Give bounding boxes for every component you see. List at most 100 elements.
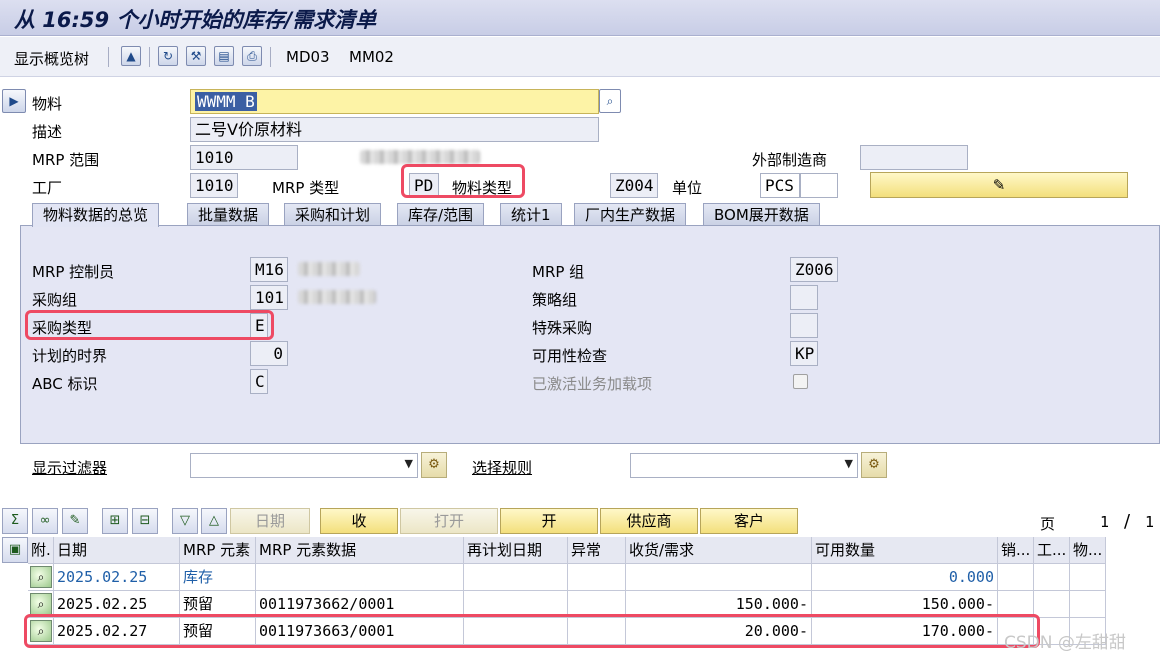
open2-button[interactable]: 开 — [500, 508, 598, 534]
mrp-area-field: 1010 — [190, 145, 298, 170]
open-button[interactable]: 打开 — [400, 508, 498, 534]
header-sales[interactable]: 销... — [998, 537, 1034, 564]
cell-element-data — [256, 564, 464, 591]
abc-indicator-label: ABC 标识 — [32, 375, 98, 393]
header-material[interactable]: 物... — [1070, 537, 1106, 564]
mrp-group-label: MRP 组 — [532, 263, 585, 281]
cell-material — [1070, 591, 1106, 618]
overview-tree-button[interactable]: 显示概览树 — [14, 48, 89, 69]
toolbar-separator — [149, 47, 150, 67]
search-icon[interactable]: ⌕ — [599, 89, 621, 113]
tab-stock-range[interactable]: 库存/范围 — [397, 203, 485, 226]
tab-material-overview[interactable]: 物料数据的总览 — [32, 203, 160, 227]
customer-button[interactable]: 客户 — [700, 508, 798, 534]
special-procurement-field — [790, 313, 818, 338]
date-button[interactable]: 日期 — [230, 508, 310, 534]
cell-available: 0.000 — [812, 564, 998, 591]
cell-qty — [626, 564, 812, 591]
title-bar: 从 16:59 个小时开始的库存/需求清单 — [0, 0, 1160, 36]
tab-statistics[interactable]: 统计1 — [500, 203, 562, 226]
chevron-down-icon: ▼ — [844, 457, 853, 470]
collapse-header-icon[interactable]: ▶ — [2, 89, 26, 113]
edit-button[interactable]: ✎ — [870, 172, 1128, 198]
glasses-icon[interactable]: ∞ — [32, 508, 58, 534]
mrp-group-field: Z006 — [790, 257, 838, 282]
cell-date: 2025.02.25 — [54, 564, 180, 591]
special-procurement-label: 特殊采购 — [532, 319, 593, 337]
purchasing-group-label: 采购组 — [32, 291, 78, 309]
availability-check-label: 可用性检查 — [532, 347, 608, 365]
filter-down-icon[interactable]: ▽ — [172, 508, 198, 534]
abc-indicator-field: C — [250, 369, 268, 394]
filter-settings-icon[interactable]: ⚙ — [421, 452, 447, 478]
hierarchy-down-icon[interactable]: ⊟ — [132, 508, 158, 534]
deactivated-checkbox[interactable] — [793, 374, 808, 389]
selection-settings-icon[interactable]: ⚙ — [861, 452, 887, 478]
detail-view-icon[interactable]: ⌕ — [30, 566, 52, 588]
tab-inhouse-production[interactable]: 厂内生产数据 — [574, 203, 687, 226]
pencil-icon: ✎ — [992, 176, 1006, 194]
material-label: 物料 — [32, 95, 63, 113]
cell-plant — [1034, 564, 1070, 591]
filter-up-icon[interactable]: △ — [201, 508, 227, 534]
plant-label: 工厂 — [32, 179, 63, 197]
md03-button[interactable]: MD03 — [286, 48, 330, 66]
pencil-icon[interactable]: ✎ — [62, 508, 88, 534]
header-available-qty[interactable]: 可用数量 — [812, 537, 998, 564]
strategy-group-field — [790, 285, 818, 310]
unit-extra-field — [800, 173, 838, 198]
receipt-button[interactable]: 收 — [320, 508, 398, 534]
hierarchy-up-icon[interactable]: ⊞ — [102, 508, 128, 534]
description-label: 描述 — [32, 123, 63, 141]
header-attachment[interactable]: 附. — [28, 537, 54, 564]
vendor-button[interactable]: 供应商 — [600, 508, 698, 534]
mrp-controller-field: M16 — [250, 257, 288, 282]
header-receipt-requirement[interactable]: 收货/需求 — [626, 537, 812, 564]
mountain-icon[interactable]: ▲ — [121, 46, 141, 66]
description-field: 二号V价原材料 — [190, 117, 599, 142]
header-exception[interactable]: 异常 — [568, 537, 626, 564]
highlight-row — [24, 614, 1040, 648]
sum-icon[interactable]: Σ — [2, 508, 28, 534]
ext-manufacturer-label: 外部制造商 — [752, 151, 828, 169]
detail-view-icon[interactable]: ⌕ — [30, 593, 52, 615]
material-type-field: Z004 — [610, 173, 658, 198]
tab-lot-size[interactable]: 批量数据 — [187, 203, 270, 226]
refresh-icon[interactable]: ↻ — [158, 46, 178, 66]
print-icon[interactable]: ⎙ — [242, 46, 262, 66]
wizard-icon[interactable]: ⚒ — [186, 46, 206, 66]
redacted-text — [298, 262, 360, 276]
header-mrp-element-data[interactable]: MRP 元素数据 — [256, 537, 464, 564]
cell-sales — [998, 564, 1034, 591]
cell-exception — [568, 564, 626, 591]
table-row: ⌕ — [28, 564, 54, 591]
header-mrp-element[interactable]: MRP 元素 — [180, 537, 256, 564]
planning-horizon-field: 0 — [250, 341, 288, 366]
toolbar-separator — [108, 47, 109, 67]
plant-field: 1010 — [190, 173, 238, 198]
display-filter-label: 显示过滤器 — [32, 459, 108, 477]
mm02-button[interactable]: MM02 — [349, 48, 394, 66]
mrp-controller-label: MRP 控制员 — [32, 263, 115, 281]
grid-settings-icon[interactable]: ▣ — [2, 537, 28, 563]
document-icon[interactable]: ▤ — [214, 46, 234, 66]
header-date[interactable]: 日期 — [54, 537, 180, 564]
tab-bom-explosion[interactable]: BOM展开数据 — [703, 203, 820, 226]
deactivated-label: 已激活业务加载项 — [532, 375, 653, 393]
header-reschedule-date[interactable]: 再计划日期 — [464, 537, 568, 564]
cell-material — [1070, 564, 1106, 591]
tab-purchasing-planning[interactable]: 采购和计划 — [284, 203, 382, 226]
mrp-type-label: MRP 类型 — [272, 179, 340, 197]
planning-horizon-label: 计划的时界 — [32, 347, 108, 365]
material-input[interactable]: WWMM B — [190, 89, 599, 114]
header-plant[interactable]: 工... — [1034, 537, 1070, 564]
unit-label: 单位 — [672, 179, 703, 197]
availability-check-field: KP — [790, 341, 818, 366]
page-current: 1 — [1100, 513, 1110, 531]
redacted-text — [298, 290, 376, 304]
selection-rule-select[interactable]: ▼ — [630, 453, 858, 478]
cell-plant — [1034, 591, 1070, 618]
highlight-procurement-type — [25, 310, 274, 340]
page-total: 1 — [1145, 513, 1155, 531]
display-filter-select[interactable]: ▼ — [190, 453, 418, 478]
